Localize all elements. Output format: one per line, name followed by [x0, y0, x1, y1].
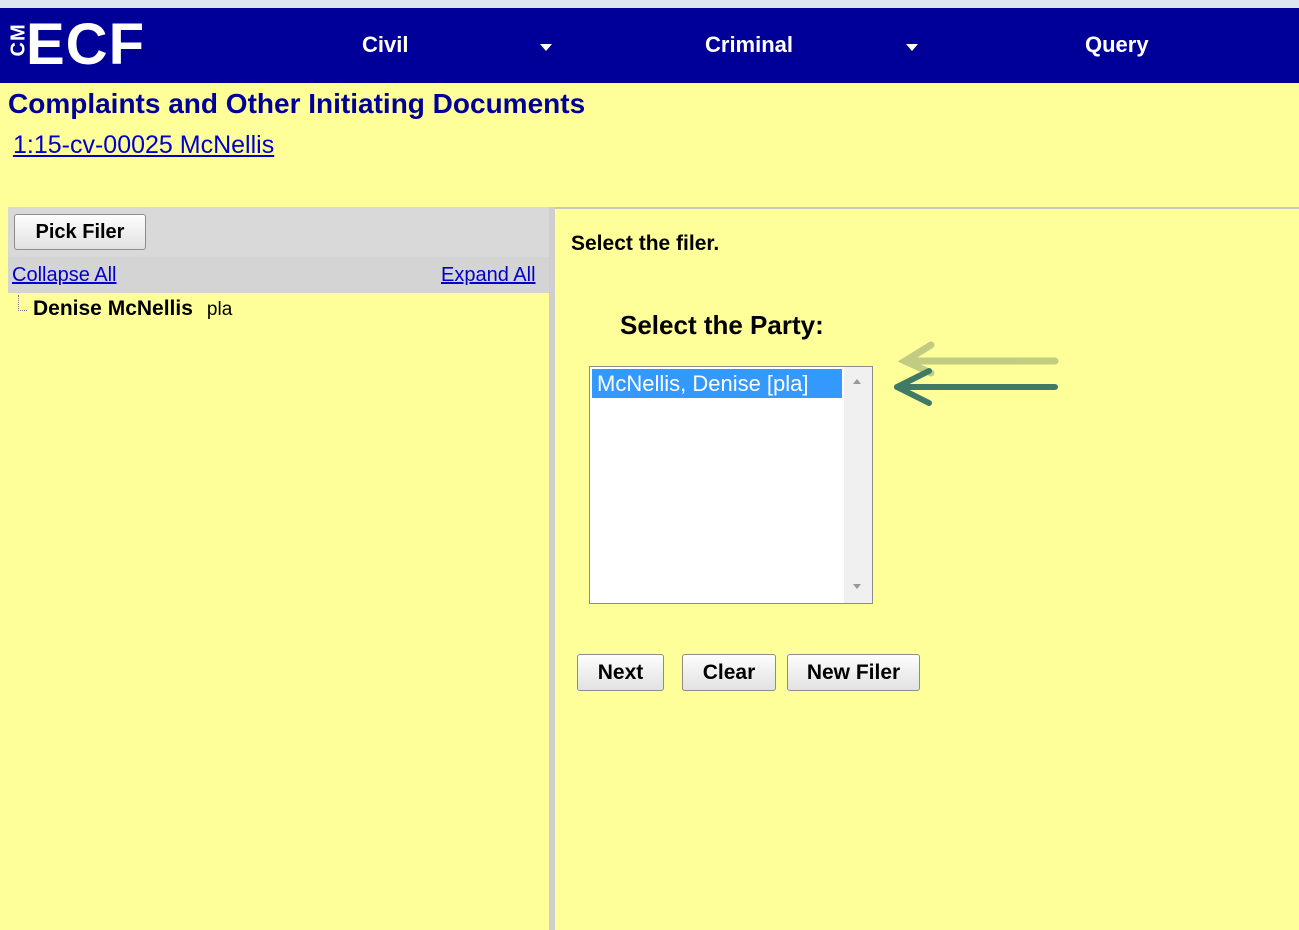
pick-filer-button[interactable]: Pick Filer — [14, 214, 146, 250]
nav-civil[interactable]: Civil — [362, 32, 408, 58]
tree-connector-icon — [18, 295, 27, 311]
case-link[interactable]: 1:15-cv-00025 McNellis — [13, 131, 274, 160]
tree-node-role: pla — [206, 299, 233, 320]
tree-node-party[interactable]: Denise McNellis pla — [33, 297, 232, 321]
party-option-selected[interactable]: McNellis, Denise [pla] — [592, 369, 842, 398]
logo-ecf-text: ECF — [26, 12, 145, 77]
new-filer-button[interactable]: New Filer — [787, 654, 920, 691]
listbox-scrollbar[interactable] — [844, 367, 872, 603]
party-heading: Select the Party: — [620, 310, 824, 340]
instruction-text: Select the filer. — [571, 232, 720, 255]
next-button[interactable]: Next — [577, 654, 664, 691]
page-title: Complaints and Other Initiating Document… — [8, 88, 586, 119]
scroll-down-icon[interactable] — [853, 584, 861, 589]
expand-all-link[interactable]: Expand All — [441, 264, 536, 287]
caret-down-icon[interactable] — [540, 44, 552, 51]
nav-query[interactable]: Query — [1085, 32, 1149, 58]
collapse-all-link[interactable]: Collapse All — [12, 264, 117, 287]
top-strip — [0, 0, 1299, 8]
navbar: CM ECF Civil Criminal Query — [0, 8, 1299, 83]
filer-selection-pane: Select the filer. Select the Party: McNe… — [555, 209, 1299, 930]
party-listbox[interactable]: McNellis, Denise [pla] — [589, 366, 873, 604]
tree-node-name: Denise McNellis — [33, 297, 193, 320]
clear-button[interactable]: Clear — [682, 654, 776, 691]
cmecf-logo[interactable]: CM ECF — [8, 12, 145, 78]
logo-cm-text: CM — [7, 22, 30, 56]
annotation-arrow-icon — [894, 341, 1059, 406]
scroll-up-icon[interactable] — [853, 379, 861, 384]
filer-tree-pane: Pick Filer Collapse All Expand All Denis… — [8, 207, 549, 930]
nav-criminal[interactable]: Criminal — [705, 32, 793, 58]
caret-down-icon[interactable] — [906, 44, 918, 51]
